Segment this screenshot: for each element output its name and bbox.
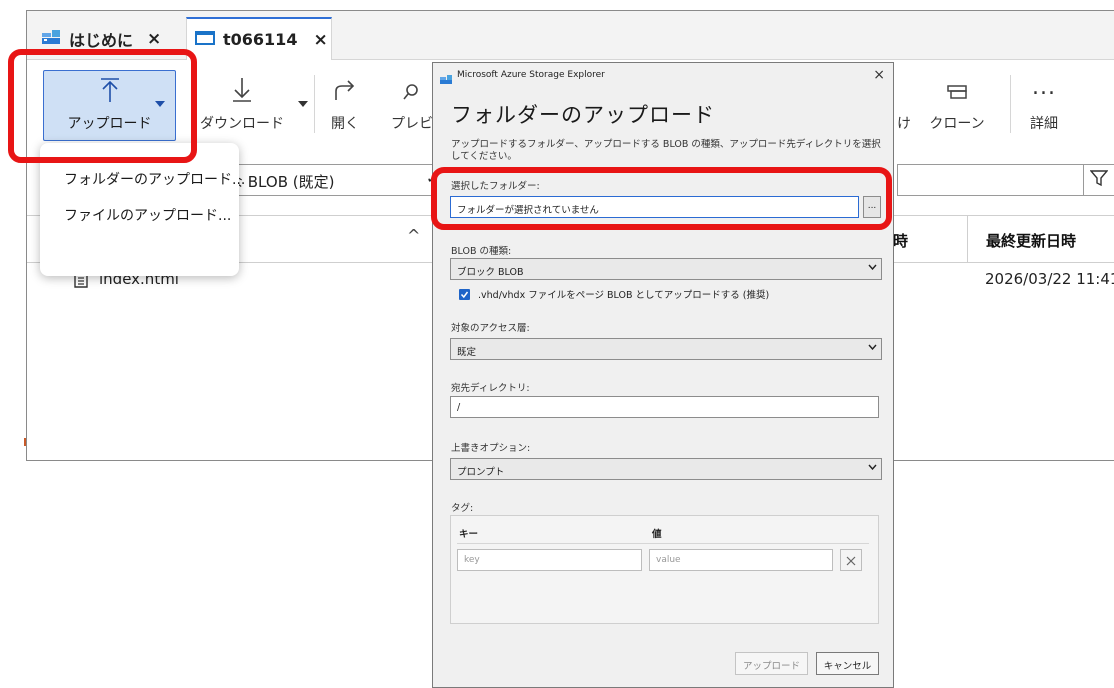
search-input[interactable] (897, 164, 1083, 196)
vhd-page-blob-option[interactable]: .vhd/vhdx ファイルをページ BLOB としてアップロードする (推奨) (459, 287, 769, 301)
tags-header-divider (457, 543, 869, 544)
open-arrow-icon (325, 71, 365, 103)
open-button[interactable]: 開く (325, 71, 365, 141)
download-icon (192, 71, 292, 103)
column-header-last-modified[interactable]: 最終更新日時 (967, 216, 1114, 262)
blob-type-value: ブロック BLOB (457, 267, 524, 278)
close-icon[interactable]: × (313, 30, 327, 50)
tags-label: タグ: (451, 503, 474, 514)
tag-key-input[interactable]: key (457, 549, 642, 571)
selected-folder-label: 選択したフォルダー: (451, 181, 540, 192)
tags-key-header: キー (459, 529, 479, 540)
azure-app-icon (440, 70, 452, 89)
sort-ascending-icon[interactable]: ^ (407, 226, 420, 245)
preview-button[interactable]: プレビ (387, 71, 437, 141)
overwrite-label: 上書きオプション: (451, 443, 531, 454)
more-button[interactable]: ... 詳細 (1019, 71, 1069, 141)
upload-icon (44, 71, 175, 103)
file-last-modified: 2026/03/22 11:41 (985, 270, 1114, 288)
dialog-titlebar: Microsoft Azure Storage Explorer × (433, 63, 893, 89)
download-button-label: ダウンロード (200, 116, 284, 132)
chevron-down-icon (868, 463, 877, 473)
selected-folder-field[interactable]: フォルダーが選択されていません (450, 196, 859, 218)
menu-item-upload-files[interactable]: ファイルのアップロード... (64, 205, 231, 225)
attach-button[interactable]: け (894, 71, 914, 141)
overwrite-select[interactable]: プロンプト (450, 458, 882, 480)
column-header-access-time[interactable]: 時 (893, 216, 968, 262)
blob-type-label: BLOB の種類: (451, 246, 512, 257)
overwrite-value: プロンプト (457, 467, 505, 478)
dialog-heading: フォルダーのアップロード (451, 103, 715, 127)
clone-button-label: クローン (929, 116, 985, 132)
tab-container-label: t066114 (223, 30, 298, 49)
chevron-down-icon (868, 343, 877, 353)
tags-panel: キー 値 key value (450, 515, 879, 624)
tags-value-header: 値 (652, 529, 662, 540)
more-dots-icon: ... (1032, 74, 1056, 100)
access-tier-label: 対象のアクセス層: (451, 323, 530, 334)
dest-dir-field[interactable]: / (450, 396, 879, 418)
preview-button-label: プレビ (391, 116, 433, 132)
filter-icon (1089, 169, 1109, 191)
more-button-label: 詳細 (1030, 116, 1058, 132)
remove-tag-button[interactable] (840, 549, 862, 571)
clone-icon (925, 71, 989, 103)
chevron-down-icon[interactable] (155, 101, 165, 107)
toolbar-separator (314, 75, 315, 133)
clone-button[interactable]: クローン (925, 71, 989, 141)
tab-getting-started[interactable]: はじめに × (33, 17, 183, 60)
preview-icon (387, 71, 437, 103)
browse-folder-button[interactable]: ... (863, 196, 881, 218)
chevron-down-icon[interactable] (298, 101, 308, 107)
tag-value-input[interactable]: value (649, 549, 833, 571)
close-icon[interactable]: × (873, 67, 885, 83)
upload-dropdown-menu: フォルダーのアップロード... ファイルのアップロード... (40, 143, 245, 276)
close-icon (846, 551, 856, 570)
storage-container-icon (195, 30, 215, 50)
tab-container[interactable]: t066114 × (186, 17, 332, 60)
access-tier-select[interactable]: 既定 (450, 338, 882, 360)
azure-app-icon (41, 29, 61, 49)
open-button-label: 開く (331, 116, 359, 132)
toolbar-separator (1010, 75, 1011, 133)
dialog-upload-button[interactable]: アップロード (735, 652, 808, 675)
access-tier-value: 既定 (457, 347, 477, 358)
chevron-down-icon (868, 263, 877, 273)
dialog-cancel-button[interactable]: キャンセル (816, 652, 879, 675)
window-edge-marker (24, 438, 26, 446)
vhd-checkbox[interactable] (459, 288, 470, 300)
upload-button[interactable]: アップロード (43, 70, 176, 141)
menu-item-upload-folder[interactable]: フォルダーのアップロード... (64, 169, 245, 189)
upload-folder-dialog: Microsoft Azure Storage Explorer × フォルダー… (432, 62, 894, 688)
download-button[interactable]: ダウンロード (192, 71, 308, 141)
vhd-checkbox-label: .vhd/vhdx ファイルをページ BLOB としてアップロードする (推奨) (478, 290, 770, 301)
dest-dir-label: 宛先ディレクトリ: (451, 383, 530, 394)
dialog-app-title: Microsoft Azure Storage Explorer (457, 70, 605, 80)
tab-bar: はじめに × t066114 × (27, 11, 1114, 60)
filter-button[interactable] (1083, 164, 1114, 196)
upload-button-label: アップロード (67, 116, 152, 132)
blob-type-select[interactable]: ブロック BLOB (450, 258, 882, 280)
close-icon[interactable]: × (147, 29, 161, 49)
attach-button-label: け (897, 116, 911, 132)
dialog-description: アップロードするフォルダー、アップロードする BLOB の種類、アップロード先デ… (451, 139, 881, 162)
tab-getting-started-label: はじめに (69, 30, 134, 50)
